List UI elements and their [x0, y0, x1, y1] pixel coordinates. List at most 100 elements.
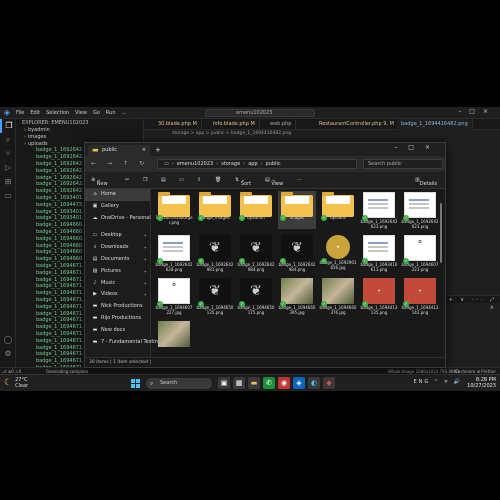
run-debug-icon[interactable]: ▷ [0, 161, 16, 175]
details-button[interactable]: ▥ Details [415, 176, 437, 187]
path-segment[interactable]: public [266, 161, 281, 167]
file-item[interactable]: ❦ ✓ badge_1_1692642 984.png [237, 234, 275, 272]
widgets-icon[interactable]: ▦ [233, 377, 245, 389]
file-item[interactable]: ★ ✓ badge_1_1692901 656.jpg [319, 234, 357, 272]
app-icon[interactable]: ◆ [323, 377, 335, 389]
explorer-files-icon[interactable]: ❐ [0, 119, 16, 133]
file-item[interactable]: ✓ badge_1_1692642 623.png [360, 191, 398, 229]
share-icon[interactable]: ⇪ [197, 176, 201, 184]
editor-tab[interactable]: RestaurantController.php 9, M [315, 119, 399, 130]
vscode-command-search[interactable]: emenu102023 [205, 109, 315, 117]
sidebar-item-documents[interactable]: ▤ Documents ✦ [85, 254, 150, 266]
chrome-icon[interactable]: ◉ [278, 377, 290, 389]
file-item[interactable]: ✓ badge_1_1694660 376.jpg [319, 277, 357, 315]
path-segment[interactable]: storage [221, 161, 240, 167]
whatsapp-icon[interactable]: ✆ [263, 377, 275, 389]
remote-explorer-icon[interactable]: ▭ [0, 189, 16, 203]
file-item[interactable]: ✓ badge_1_1694660 395.jpg [278, 277, 316, 315]
menu-item-edit[interactable]: Edit [30, 110, 40, 116]
path-segment[interactable]: emenu102023 [177, 161, 213, 167]
file-item[interactable]: ✪ ✓ badge_1_1694607 223.png [401, 234, 439, 272]
sidebar-item-onedrive-personal[interactable]: ☁ OneDrive - Personal [85, 213, 151, 225]
task-view-icon[interactable]: ▣ [218, 377, 230, 389]
editor-tab[interactable]: info.blade.php M [209, 119, 260, 130]
file-item[interactable]: ❦ ✓ badge_1_1694650 135.png [196, 277, 234, 315]
taskbar-search[interactable]: ⌕ Search [146, 378, 212, 389]
file-item[interactable]: ✓ badge_1_1692642 623.png [401, 191, 439, 229]
fe-nav-buttons[interactable]: ←→↑↻ [91, 160, 155, 167]
cut-icon[interactable]: ✂ [125, 176, 129, 184]
vscode-icon[interactable]: ◈ [293, 377, 305, 389]
tray-icons[interactable]: ENG ⌃ ᯤ 🔊 [413, 379, 462, 385]
sidebar-item-label: Videos [101, 291, 118, 298]
path-segment[interactable]: app [248, 161, 257, 167]
account-icon[interactable]: ◯ [0, 333, 16, 347]
edge-icon[interactable]: ◐ [308, 377, 320, 389]
editor-tab[interactable]: 30.blade.php M [154, 119, 202, 130]
system-tray[interactable]: ENG ⌃ ᯤ 🔊 8:28 PM 10/27/2023 [413, 377, 496, 389]
file-item[interactable]: ✓ badge_images [196, 191, 234, 229]
gear-icon[interactable]: ⚙ [0, 347, 16, 361]
sidebar-item-7-fundamental-testing-[interactable]: ▬ 7 - Fundamental Testing... [85, 337, 166, 349]
fe-search-input[interactable]: Search public [363, 159, 443, 169]
editor-tab[interactable]: badge_1_1694416482.png [397, 119, 473, 130]
fe-window-controls[interactable]: –□× [394, 144, 441, 151]
paste-icon[interactable]: ▤ [161, 176, 166, 184]
menu-item-[interactable]: ... [122, 110, 127, 116]
file-explorer-icon[interactable]: ▬ [248, 377, 260, 389]
source-control-icon[interactable]: ⑂ [0, 147, 16, 161]
image-thumbnail: ❦ [281, 235, 313, 261]
sidebar-item-rijo-productions[interactable]: ▬ Rijo Productions [85, 313, 150, 325]
window-controls[interactable]: –□× [458, 108, 496, 115]
file-item[interactable]: ✓ byadmin [237, 191, 275, 229]
menu-item-file[interactable]: File [16, 110, 24, 116]
fe-tab-public[interactable]: ▬ public × [88, 145, 150, 156]
file-item[interactable]: ✓ images [278, 191, 316, 229]
file-item[interactable]: ✪ ✓ badge_1_1694607 227.jpg [155, 277, 193, 315]
extensions-icon[interactable]: ⊞ [0, 175, 16, 189]
menu-item-run[interactable]: Run [106, 110, 116, 116]
file-item[interactable]: ❦ ✓ badge_1_1692642 981.png [196, 234, 234, 272]
weather-widget[interactable]: ☾ 27°C Clear [4, 377, 28, 389]
start-button[interactable] [131, 379, 140, 388]
sync-check-icon: ✓ [321, 258, 327, 264]
file-item[interactable]: ✓ 1693401916burge r.png [155, 191, 193, 229]
close-tab-icon[interactable]: × [142, 145, 146, 156]
file-item[interactable]: ✓ badge_1_1692642 628.png [155, 234, 193, 272]
sidebar-item-music[interactable]: ♪ Music ✦ [85, 278, 150, 290]
sidebar-item-pictures[interactable]: ▨ Pictures ✦ [85, 266, 150, 278]
file-item[interactable]: ✓ uploads [319, 191, 357, 229]
sort-button[interactable]: ⇅ Sort ⌄ [235, 176, 251, 187]
fe-scrollbar[interactable] [440, 203, 442, 263]
delete-icon[interactable]: 🗑 [215, 176, 221, 184]
sidebar-item-desktop[interactable]: ▭ Desktop ✦ [85, 230, 150, 242]
file-item[interactable]: ✦ ✓ badge_1_1694413 135.png [360, 277, 398, 315]
editor-tab[interactable]: web.php [266, 119, 297, 130]
sidebar-item-gallery[interactable]: ▣ Gallery [85, 201, 150, 213]
search-icon[interactable]: ⌕ [0, 133, 16, 147]
sidebar-item-videos[interactable]: ▶ Videos ✦ [85, 289, 150, 301]
file-item[interactable]: ✦ ✓ badge_1_1694413 142.png [401, 277, 439, 315]
explorer-folder[interactable]: › images [16, 134, 143, 141]
view-button[interactable]: ▤ View ⌄ [265, 176, 283, 187]
copy-icon[interactable]: ❐ [143, 176, 147, 184]
file-item[interactable]: ❦ ✓ badge_1_1694650 175.png [237, 277, 275, 315]
panel-toolbar[interactable]: + ∨ ··· ⤢ × [446, 295, 500, 311]
menu-item-selection[interactable]: Selection [46, 110, 69, 116]
file-item[interactable]: ❦ ✓ badge_1_1692642 984.png [278, 234, 316, 272]
explorer-folder[interactable]: › byadmin [16, 127, 143, 134]
file-item[interactable]: ✓ badge_1_1693416 611.png [360, 234, 398, 272]
rename-icon[interactable]: ▭ [179, 176, 184, 184]
sidebar-item-nick-productions[interactable]: ▬ Nick Productions [85, 301, 150, 313]
sidebar-item-downloads[interactable]: ⭳ Downloads ✦ [85, 242, 150, 254]
new-button[interactable]: ⊕ New ⌄ [91, 176, 108, 187]
more-options-icon[interactable]: ··· [297, 176, 302, 184]
explorer-item-label: badge_1_1692642... [36, 181, 87, 188]
file-item[interactable] [155, 320, 193, 358]
sidebar-item-new-docs[interactable]: ▬ New docs [85, 325, 150, 337]
menu-item-go[interactable]: Go [93, 110, 100, 116]
fe-address-bar[interactable]: ▭ › emenu102023 › storage › app › public [157, 159, 357, 169]
new-tab-button[interactable]: + [155, 145, 161, 156]
sidebar-item-home[interactable]: ⌂ Home [85, 189, 150, 201]
menu-item-view[interactable]: View [75, 110, 87, 116]
